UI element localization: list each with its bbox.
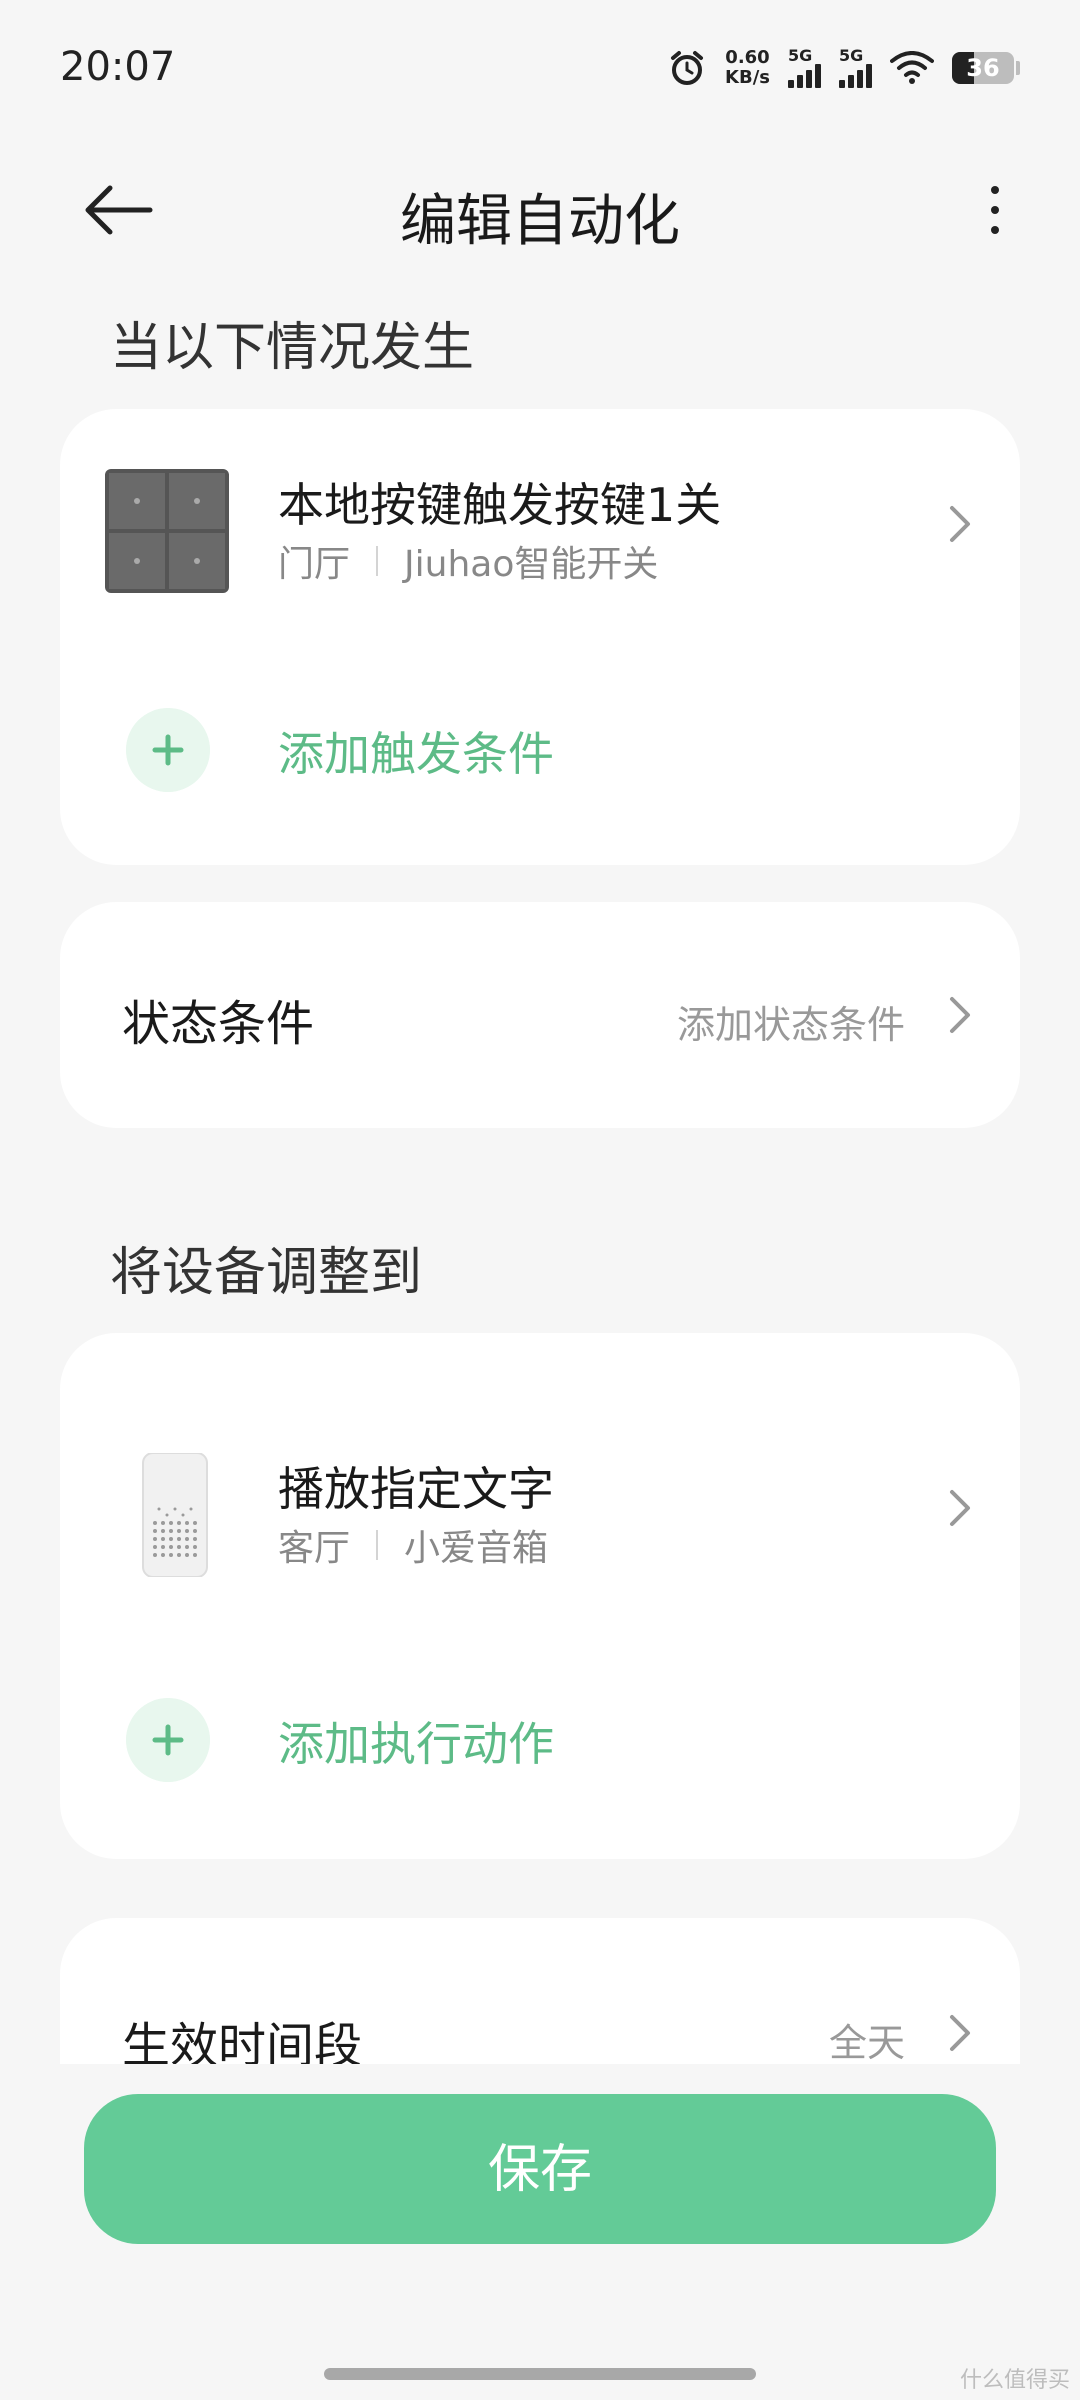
- plus-icon: [126, 1698, 210, 1782]
- action-device-row[interactable]: 播放指定文字 客厅 小爱音箱: [60, 1433, 1020, 1583]
- action-device-model: 小爱音箱: [404, 1528, 549, 1569]
- trigger-device-name: 本地按键触发按键1关: [278, 478, 722, 532]
- chevron-right-icon: [950, 506, 970, 542]
- chevron-right-icon: [950, 997, 970, 1033]
- action-device-room: 客厅: [278, 1528, 351, 1569]
- chevron-right-icon: [950, 1490, 970, 1526]
- state-condition-row[interactable]: 状态条件 添加状态条件: [60, 902, 1020, 1128]
- wifi-icon: [890, 51, 934, 84]
- trigger-device-model: Jiuhao智能开关: [404, 544, 659, 585]
- trigger-device-row[interactable]: 本地按键触发按键1关 门厅 Jiuhao智能开关: [60, 449, 1020, 599]
- action-device-meta: 客厅 小爱音箱: [278, 1519, 548, 1571]
- state-condition-title: 状态条件: [122, 996, 315, 1052]
- status-time: 20:07: [60, 44, 176, 90]
- action-device-name: 播放指定文字: [278, 1462, 554, 1516]
- trigger-section-title: 当以下情况发生: [110, 318, 475, 378]
- status-icons: 0.60 KB/s 5G 5G 36: [667, 48, 1020, 88]
- alarm-icon: [671, 51, 704, 85]
- status-bar: 20:07 0.60 KB/s 5G 5G 36: [0, 0, 1080, 140]
- signal-sim1-icon: 5G: [788, 48, 821, 88]
- watermark: 什么值得买: [959, 2368, 1070, 2393]
- action-card: 播放指定文字 客厅 小爱音箱 添加执行动作: [60, 1333, 1020, 1859]
- trigger-device-room: 门厅: [278, 544, 351, 585]
- add-action-label: 添加执行动作: [278, 1717, 554, 1771]
- effective-period-title: 生效时间段: [122, 2018, 363, 2064]
- add-action-button[interactable]: 添加执行动作: [60, 1688, 1020, 1788]
- app-header: 编辑自动化: [0, 150, 1080, 270]
- state-condition-value: 添加状态条件: [676, 1003, 905, 1047]
- trigger-device-meta: 门厅 Jiuhao智能开关: [278, 535, 658, 587]
- save-button[interactable]: 保存: [84, 2094, 996, 2244]
- trigger-card: 本地按键触发按键1关 门厅 Jiuhao智能开关 添加触发条件: [60, 409, 1020, 865]
- more-options-icon[interactable]: [980, 180, 1010, 240]
- home-indicator[interactable]: [324, 2368, 756, 2380]
- signal-sim2-icon: 5G: [839, 48, 872, 88]
- page-title: 编辑自动化: [400, 189, 680, 254]
- battery-icon: 36: [952, 52, 1014, 84]
- effective-period-value: 全天: [828, 2021, 905, 2064]
- action-section-title: 将设备调整到: [110, 1243, 423, 1303]
- effective-period-row[interactable]: 生效时间段 全天: [60, 1918, 1020, 2064]
- smart-switch-icon: [105, 469, 229, 593]
- add-trigger-label: 添加触发条件: [278, 727, 554, 781]
- network-speed: 0.60 KB/s: [725, 47, 770, 88]
- add-trigger-button[interactable]: 添加触发条件: [60, 698, 1020, 798]
- chevron-right-icon: [950, 2015, 970, 2051]
- effective-period-clip: 生效时间段 全天: [60, 1918, 1020, 2064]
- plus-icon: [126, 708, 210, 792]
- battery-level: 36: [966, 54, 1000, 82]
- speaker-icon: [142, 1453, 208, 1577]
